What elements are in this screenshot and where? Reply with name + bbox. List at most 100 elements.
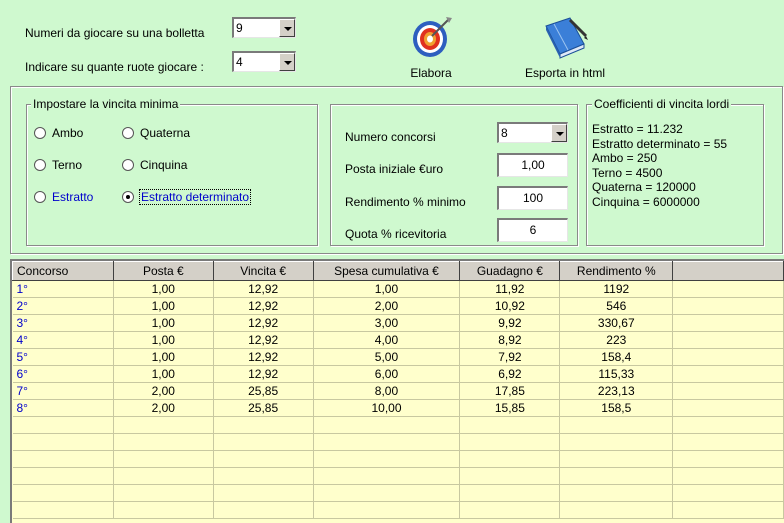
table-cell: 12,92: [213, 348, 314, 366]
table-row[interactable]: 5° 1,00 12,92 5,00 7,92 158,4: [12, 348, 784, 366]
radio-ambo[interactable]: Ambo: [34, 126, 83, 140]
header-guadagno[interactable]: Guadagno €: [459, 261, 561, 281]
table-row[interactable]: 7° 2,00 25,85 8,00 17,85 223,13: [12, 382, 784, 400]
table-cell: 546: [559, 297, 674, 315]
chevron-down-icon[interactable]: [279, 19, 295, 37]
radio-terno-label: Terno: [52, 158, 83, 172]
chevron-down-icon[interactable]: [279, 53, 295, 71]
table-cell: 223,13: [559, 382, 674, 400]
radio-dot-selected[interactable]: [122, 191, 134, 203]
table-cell: 7,92: [459, 348, 561, 366]
coefficienti-title: Coefficienti di vincita lordi: [592, 97, 732, 111]
radio-estratto-determinato-label: Estratto determinato: [138, 189, 252, 205]
table-row[interactable]: 1° 1,00 12,92 1,00 11,92 1192: [12, 280, 784, 298]
table-cell: 6°: [12, 365, 114, 383]
radio-quaterna[interactable]: Quaterna: [122, 126, 190, 140]
header-empty[interactable]: [672, 261, 784, 281]
table-cell: 9,92: [459, 314, 561, 332]
table-cell: [559, 433, 674, 451]
table-cell: [559, 450, 674, 468]
table-cell: [313, 450, 461, 468]
table-cell: [672, 280, 784, 298]
esporta-button[interactable]: Esporta in html: [515, 14, 615, 80]
table-row-empty[interactable]: [12, 450, 784, 468]
table-cell: [113, 484, 214, 502]
table-cell: 10,00: [313, 399, 461, 417]
table-cell: 12,92: [213, 280, 314, 298]
quota-label: Quota % ricevitoria: [345, 227, 447, 241]
table-cell: [213, 450, 314, 468]
radio-dot[interactable]: [122, 127, 134, 139]
table-cell: [672, 467, 784, 485]
table-row[interactable]: 2° 1,00 12,92 2,00 10,92 546: [12, 297, 784, 315]
numeri-combo[interactable]: 9: [232, 17, 296, 38]
rendimento-input[interactable]: 100: [497, 186, 568, 210]
table-cell: 1192: [559, 280, 674, 298]
table-cell: [559, 416, 674, 434]
table-cell: 3°: [12, 314, 114, 332]
header-concorso[interactable]: Concorso: [12, 261, 114, 281]
table-row[interactable]: 3° 1,00 12,92 3,00 9,92 330,67: [12, 314, 784, 332]
table-cell: 3,00: [313, 314, 461, 332]
elabora-button[interactable]: Elabora: [396, 14, 466, 80]
table-cell: 1,00: [113, 331, 214, 349]
table-cell: 158,4: [559, 348, 674, 366]
radio-dot[interactable]: [34, 191, 46, 203]
radio-dot[interactable]: [34, 127, 46, 139]
table-cell: [459, 467, 561, 485]
coeff-terno: Terno = 4500: [592, 165, 663, 180]
table-row[interactable]: 8° 2,00 25,85 10,00 15,85 158,5: [12, 399, 784, 417]
table-cell: 158,5: [559, 399, 674, 417]
table-cell: 8°: [12, 399, 114, 417]
table-cell: [12, 433, 114, 451]
table-row[interactable]: 4° 1,00 12,92 4,00 8,92 223: [12, 331, 784, 349]
ruote-combo[interactable]: 4: [232, 51, 296, 72]
table-cell: [672, 450, 784, 468]
elabora-label: Elabora: [410, 66, 452, 80]
table-row-empty[interactable]: [12, 416, 784, 434]
table-cell: 7°: [12, 382, 114, 400]
esporta-label: Esporta in html: [524, 66, 606, 80]
table-cell: 12,92: [213, 331, 314, 349]
table-cell: [672, 314, 784, 332]
table-row-empty[interactable]: [12, 501, 784, 519]
radio-cinquina[interactable]: Cinquina: [122, 158, 187, 172]
table-cell: [213, 501, 314, 519]
table-cell: [113, 467, 214, 485]
header-vincita[interactable]: Vincita €: [212, 261, 314, 281]
table-cell: 4,00: [313, 331, 461, 349]
table-cell: [313, 416, 461, 434]
table-cell: [672, 297, 784, 315]
radio-estratto[interactable]: Estratto: [34, 190, 93, 204]
coeff-cinquina: Cinquina = 6000000: [592, 194, 700, 209]
table-cell: [12, 416, 114, 434]
header-rendimento[interactable]: Rendimento %: [559, 261, 674, 281]
table-row-empty[interactable]: [12, 467, 784, 485]
table-cell: 4°: [12, 331, 114, 349]
grid-header-row: Concorso Posta € Vincita € Spesa cumulat…: [12, 261, 784, 281]
table-cell: [672, 484, 784, 502]
rendimento-label: Rendimento % minimo: [345, 195, 466, 209]
coefficienti-list: Estratto = 11.232 Estratto determinato =…: [592, 122, 727, 209]
table-row-empty[interactable]: [12, 433, 784, 451]
header-spesa[interactable]: Spesa cumulativa €: [312, 261, 461, 281]
quota-input[interactable]: 6: [497, 218, 568, 242]
table-row[interactable]: 6° 1,00 12,92 6,00 6,92 115,33: [12, 365, 784, 383]
concorsi-combo[interactable]: 8: [497, 122, 568, 143]
radio-dot[interactable]: [34, 159, 46, 171]
posta-input[interactable]: 1,00: [497, 153, 568, 177]
radio-estratto-label: Estratto: [52, 190, 94, 204]
table-cell: [12, 501, 114, 519]
coeff-estratto-determinato: Estratto determinato = 55: [592, 136, 728, 151]
table-cell: 10,92: [459, 297, 561, 315]
radio-dot[interactable]: [122, 159, 134, 171]
radio-estratto-determinato[interactable]: Estratto determinato: [122, 189, 252, 205]
results-grid[interactable]: Concorso Posta € Vincita € Spesa cumulat…: [10, 259, 784, 523]
radio-terno[interactable]: Terno: [34, 158, 82, 172]
coeff-estratto: Estratto = 11.232: [592, 122, 683, 136]
table-row-empty[interactable]: [12, 484, 784, 502]
table-cell: 25,85: [213, 399, 314, 417]
table-cell: 1°: [12, 280, 114, 298]
chevron-down-icon[interactable]: [551, 124, 567, 142]
header-posta[interactable]: Posta €: [112, 261, 214, 281]
